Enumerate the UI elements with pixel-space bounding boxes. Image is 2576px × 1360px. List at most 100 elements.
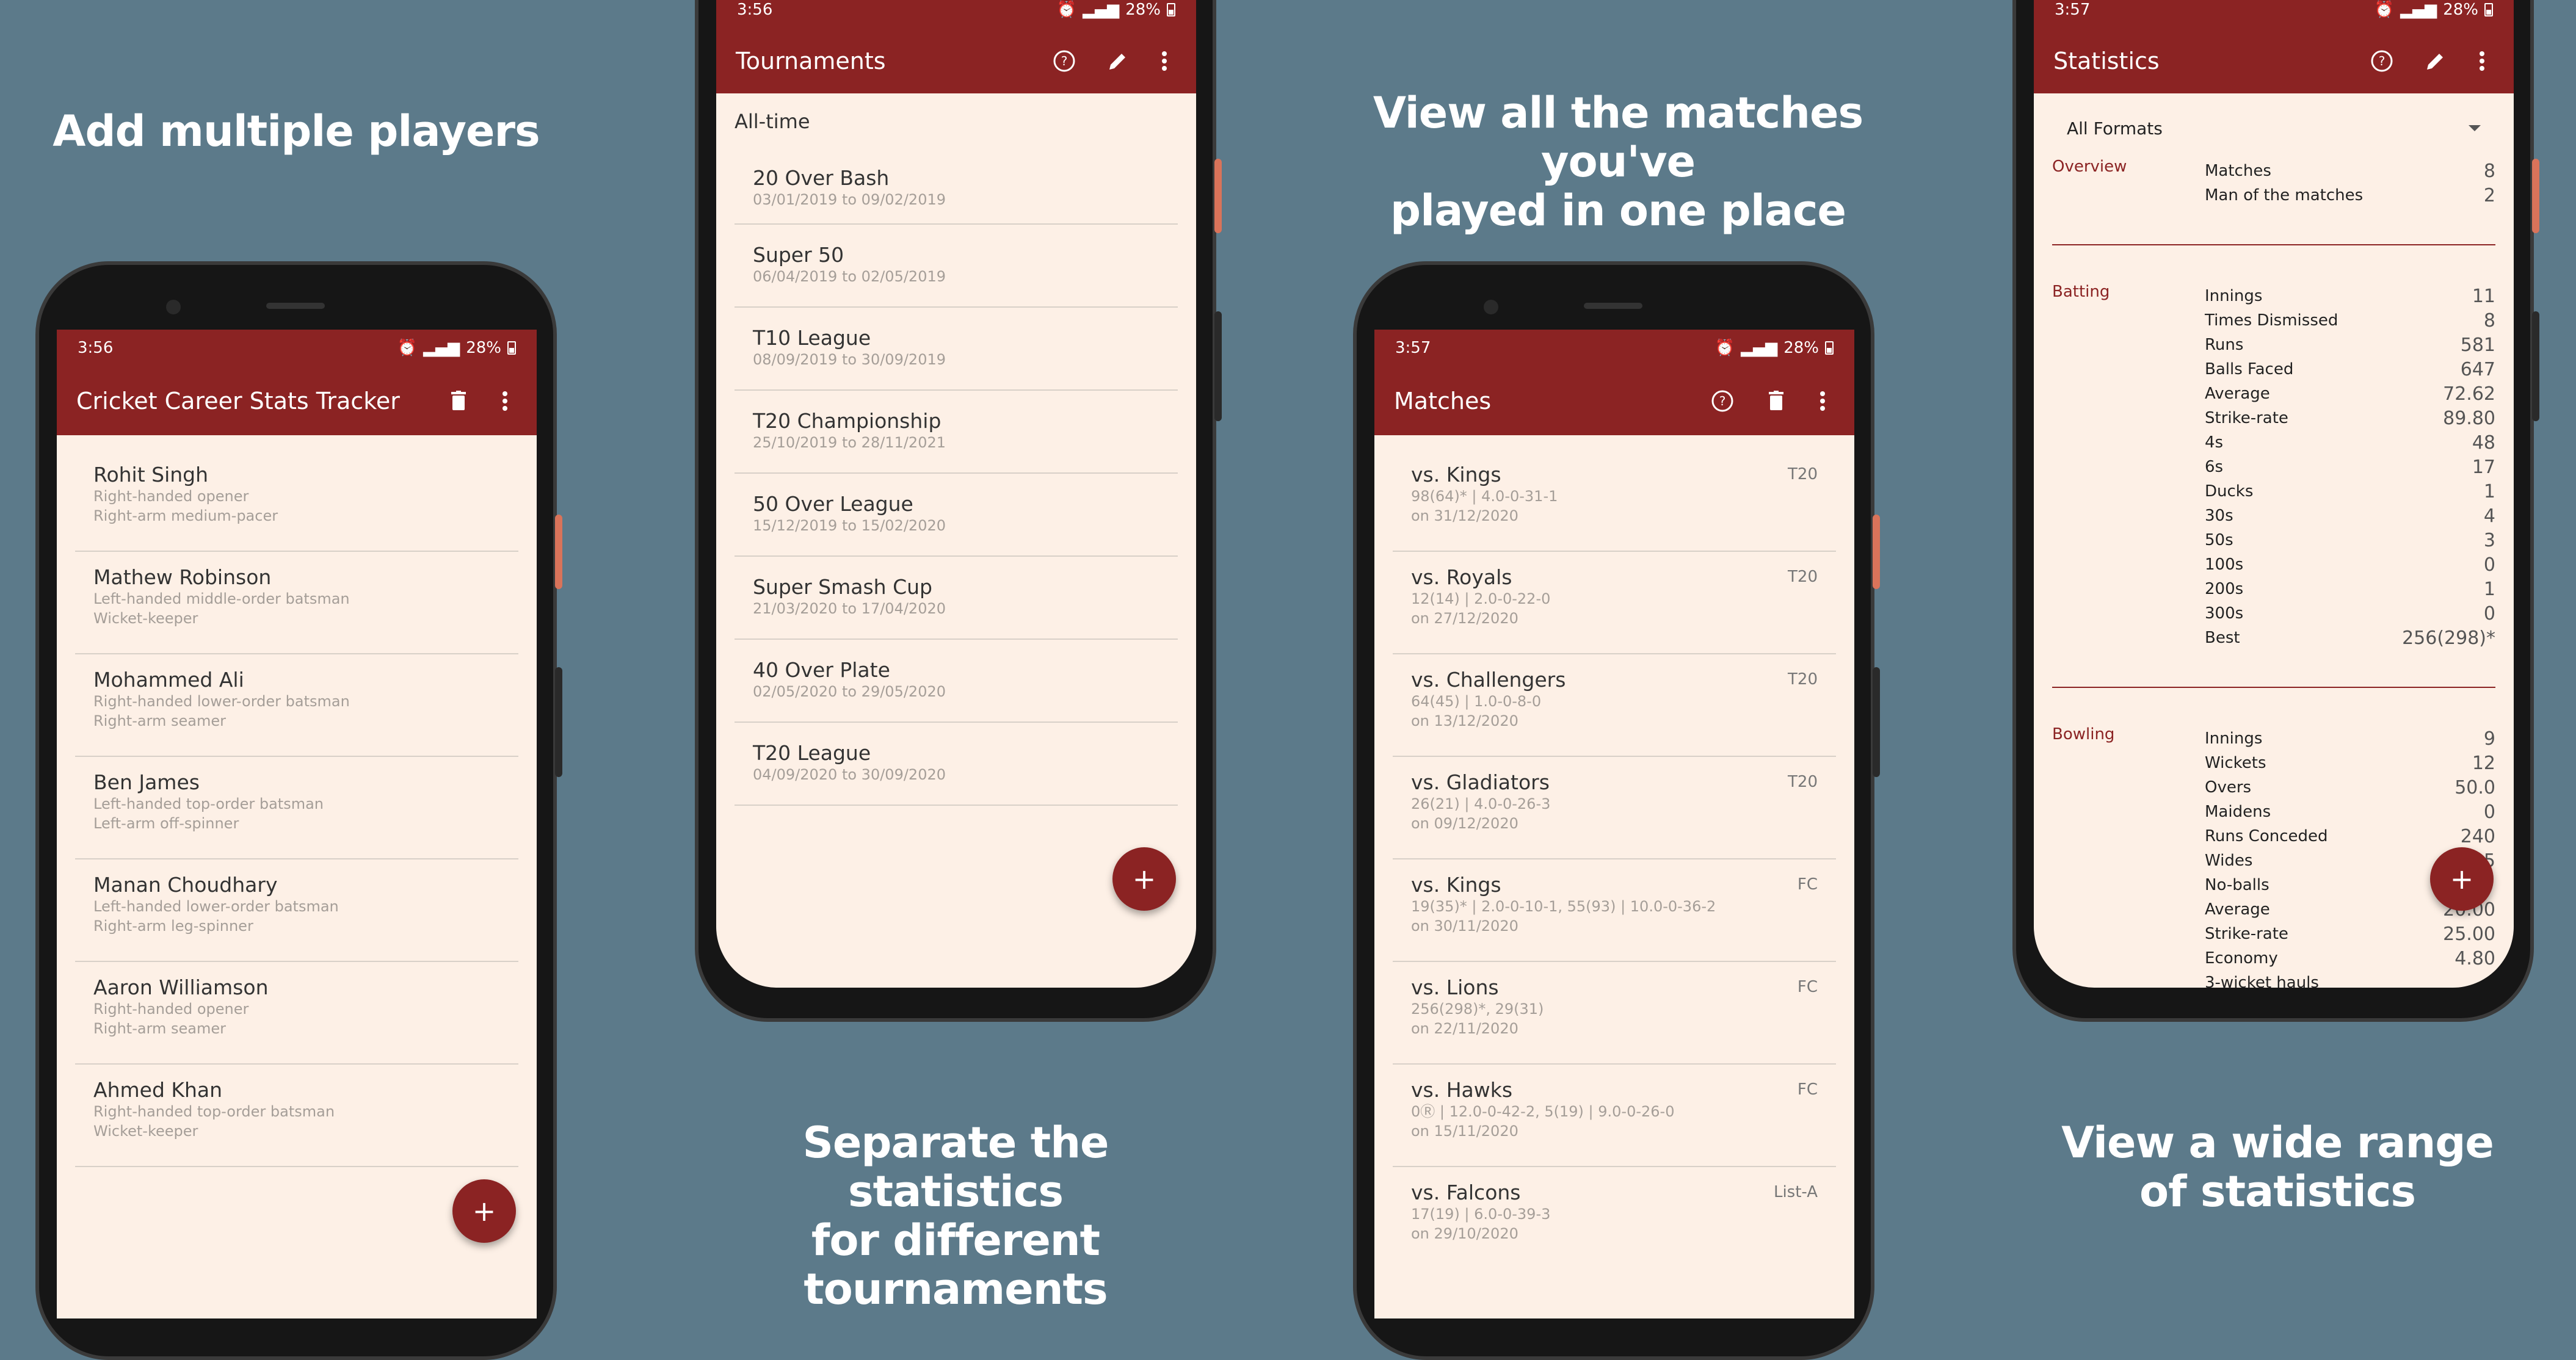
player-name: Aaron Williamson	[93, 975, 269, 999]
list-item[interactable]: T20 League 04/09/2020 to 30/09/2020	[735, 723, 1178, 806]
list-item[interactable]: vs. Royals 12(14) | 2.0-0-22-0 on 27/12/…	[1393, 552, 1836, 654]
status-icons: ⏰ ▂▄▆ 28%	[2375, 1, 2493, 19]
stat-label: Wickets	[2205, 754, 2266, 772]
player-bowling-role: Right-arm leg-spinner	[93, 917, 253, 935]
tournament-name: 40 Over Plate	[753, 658, 890, 682]
player-bowling-role: Right-arm seamer	[93, 1020, 227, 1037]
stat-label: Balls Faced	[2205, 360, 2294, 378]
power-button	[2532, 159, 2539, 233]
edit-icon[interactable]	[2423, 49, 2448, 73]
match-score: 98(64)* | 4.0-0-31-1	[1411, 488, 1558, 505]
stat-value: 25.00	[2443, 923, 2495, 945]
match-format: T20	[1788, 568, 1818, 586]
stat-label: 4s	[2205, 433, 2224, 452]
list-item[interactable]: 50 Over League 15/12/2019 to 15/02/2020	[735, 474, 1178, 557]
caption-view-matches: View all the matches you've played in on…	[1337, 89, 1899, 235]
stat-row: Strike-rate 25.00	[2205, 922, 2495, 946]
stat-label: Strike-rate	[2205, 409, 2288, 427]
tournament-name: 50 Over League	[753, 492, 913, 516]
add-stat-button[interactable]: +	[2430, 847, 2494, 911]
list-item[interactable]: Ahmed Khan Right-handed top-order batsma…	[75, 1065, 518, 1167]
list-item[interactable]: Aaron Williamson Right-handed opener Rig…	[75, 962, 518, 1065]
stat-label: Runs Conceded	[2205, 827, 2328, 845]
list-item[interactable]: Mohammed Ali Right-handed lower-order ba…	[75, 654, 518, 757]
stat-row: 200s 1	[2205, 577, 2495, 601]
alarm-icon: ⏰	[1714, 339, 1735, 357]
more-options-icon[interactable]	[493, 389, 517, 413]
player-batting-role: Right-handed opener	[93, 488, 249, 505]
list-item[interactable]: Super 50 06/04/2019 to 02/05/2019	[735, 225, 1178, 308]
stat-value: 240	[2460, 825, 2495, 847]
list-item[interactable]: Mathew Robinson Left-handed middle-order…	[75, 552, 518, 654]
signal-icon: ▂▄▆	[1741, 339, 1778, 357]
stat-value: 2	[2483, 184, 2495, 206]
tournament-filter[interactable]: All-time	[735, 110, 810, 133]
battery-icon	[507, 341, 516, 355]
list-item[interactable]: T10 League 08/09/2019 to 30/09/2019	[735, 308, 1178, 391]
list-item[interactable]: vs. Kings 98(64)* | 4.0-0-31-1 on 31/12/…	[1393, 449, 1836, 552]
stat-label: Strike-rate	[2205, 925, 2288, 943]
list-item[interactable]: 20 Over Bash 03/01/2019 to 09/02/2019	[735, 142, 1178, 225]
stat-label: Ducks	[2205, 482, 2254, 501]
stat-row: Man of the matches 2	[2205, 183, 2495, 208]
stat-value: 0	[2483, 602, 2495, 624]
list-item[interactable]: T20 Championship 25/10/2019 to 28/11/202…	[735, 391, 1178, 474]
status-icons: ⏰ ▂▄▆ 28%	[1057, 1, 1175, 19]
battery-level: 28%	[1783, 339, 1819, 357]
list-item[interactable]: Super Smash Cup 21/03/2020 to 17/04/2020	[735, 557, 1178, 640]
tournament-dates: 15/12/2019 to 15/02/2020	[753, 517, 946, 534]
more-options-icon[interactable]	[2470, 49, 2494, 73]
list-item[interactable]: vs. Falcons 17(19) | 6.0-0-39-3 on 29/10…	[1393, 1167, 1836, 1270]
section-heading-bowling: Bowling	[2052, 725, 2115, 743]
match-score: 17(19) | 6.0-0-39-3	[1411, 1206, 1551, 1223]
list-item[interactable]: Ben James Left-handed top-order batsman …	[75, 757, 518, 859]
app-title: Statistics	[2053, 47, 2160, 74]
app-screen: 3:57 ⏰ ▂▄▆ 28% Statistics ? All Formats …	[2034, 0, 2514, 988]
add-tournament-button[interactable]: +	[1112, 847, 1176, 911]
match-score: 0Ⓡ | 12.0-0-42-2, 5(19) | 9.0-0-26-0	[1411, 1103, 1675, 1120]
list-item[interactable]: vs. Lions 256(298)*, 29(31) on 22/11/202…	[1393, 962, 1836, 1065]
delete-icon[interactable]	[446, 389, 471, 413]
match-date: on 31/12/2020	[1411, 507, 1518, 524]
more-options-icon[interactable]	[1810, 389, 1835, 413]
plus-icon: +	[1132, 863, 1156, 895]
list-item[interactable]: vs. Gladiators 26(21) | 4.0-0-26-3 on 09…	[1393, 757, 1836, 859]
edit-icon[interactable]	[1106, 49, 1130, 73]
add-player-button[interactable]: +	[452, 1179, 516, 1243]
player-name: Mohammed Ali	[93, 668, 244, 692]
help-icon[interactable]: ?	[1052, 49, 1076, 73]
app-title: Matches	[1394, 387, 1492, 414]
list-item[interactable]: vs. Kings 19(35)* | 2.0-0-10-1, 55(93) |…	[1393, 859, 1836, 962]
stat-row: 30s 4	[2205, 504, 2495, 528]
player-name: Rohit Singh	[93, 463, 209, 486]
signal-icon: ▂▄▆	[2400, 1, 2437, 19]
player-name: Manan Choudhary	[93, 873, 278, 897]
stat-row: 6s 17	[2205, 455, 2495, 479]
stat-label: Times Dismissed	[2205, 311, 2338, 330]
help-icon[interactable]: ?	[1710, 389, 1735, 413]
format-dropdown[interactable]: All Formats	[2052, 110, 2495, 146]
stat-row: Economy 4.80	[2205, 946, 2495, 971]
list-item[interactable]: Rohit Singh Right-handed opener Right-ar…	[75, 449, 518, 552]
player-batting-role: Right-handed lower-order batsman	[93, 693, 350, 710]
stat-value: 4	[2483, 505, 2495, 527]
status-time: 3:57	[2055, 1, 2091, 19]
list-item[interactable]: Manan Choudhary Left-handed lower-order …	[75, 859, 518, 962]
list-item[interactable]: vs. Challengers 64(45) | 1.0-0-8-0 on 13…	[1393, 654, 1836, 757]
caption-wide-range: View a wide range of statistics	[2015, 1118, 2540, 1216]
caption-line: played in one place	[1390, 186, 1846, 236]
stat-label: Innings	[2205, 729, 2263, 748]
stat-value: 581	[2460, 334, 2495, 356]
help-icon[interactable]: ?	[2370, 49, 2394, 73]
battery-icon	[2484, 3, 2493, 16]
delete-icon[interactable]	[1764, 389, 1788, 413]
list-item[interactable]: vs. Hawks 0Ⓡ | 12.0-0-42-2, 5(19) | 9.0-…	[1393, 1065, 1836, 1167]
app-screen: 3:56 ⏰ ▂▄▆ 28% Cricket Career Stats Trac…	[57, 330, 537, 1318]
status-bar: 3:56 ⏰ ▂▄▆ 28%	[57, 330, 537, 366]
stat-value: 1	[2483, 578, 2495, 600]
more-options-icon[interactable]	[1152, 49, 1177, 73]
plus-icon: +	[2450, 863, 2474, 895]
list-item[interactable]: 40 Over Plate 02/05/2020 to 29/05/2020	[735, 640, 1178, 723]
stat-value: 8	[2483, 309, 2495, 331]
stat-row: Ducks 1	[2205, 479, 2495, 504]
